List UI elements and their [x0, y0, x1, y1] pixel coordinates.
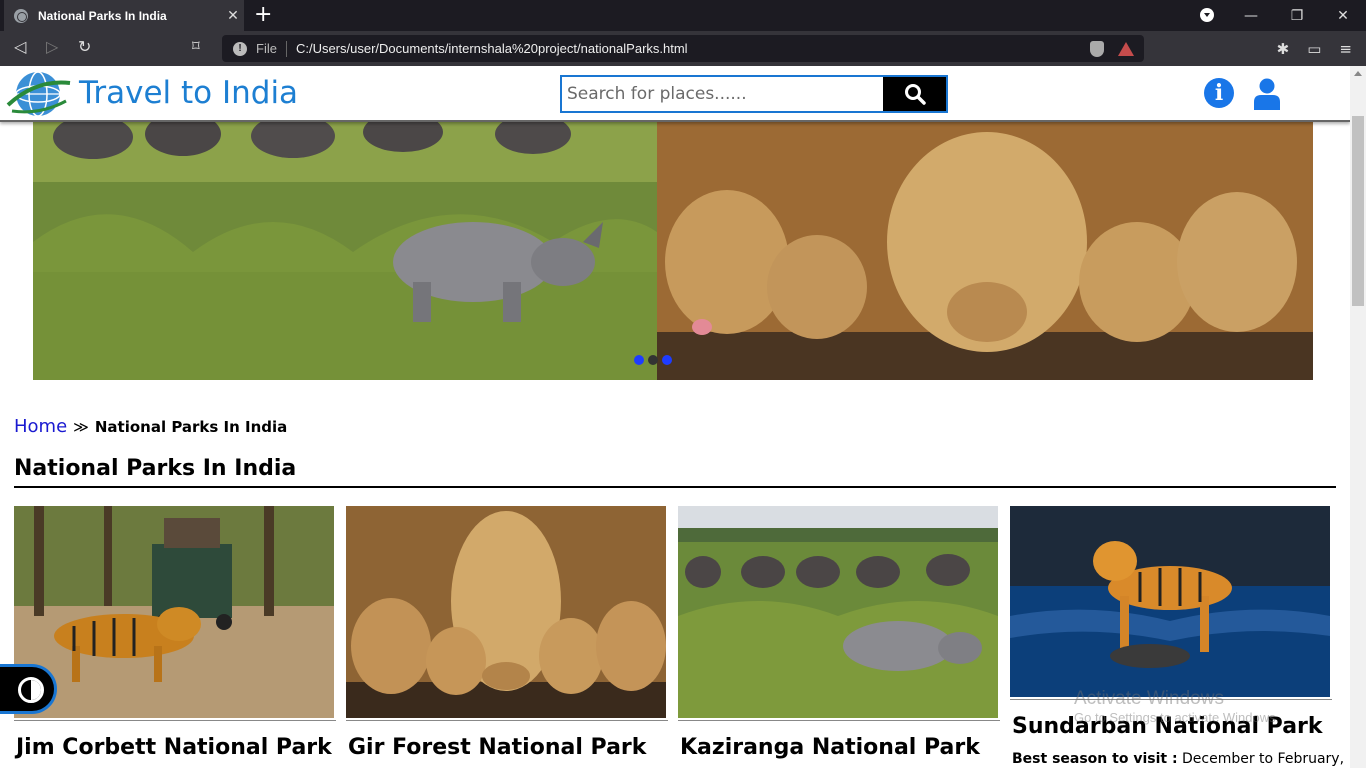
breadcrumb-current: National Parks In India [94, 418, 288, 436]
tiger-jeep-photo [14, 506, 334, 718]
extension-icons: ✱ ▭ ≡ [1277, 40, 1352, 58]
park-card-jim-corbett[interactable]: Jim Corbett National Park [14, 506, 336, 760]
card-divider [14, 720, 336, 721]
page-scrollbar[interactable] [1350, 66, 1366, 768]
page-title: National Parks In India [14, 456, 1336, 488]
info-icon[interactable]: i [1204, 78, 1234, 108]
best-season-value: December to February, [1182, 751, 1345, 767]
wallet-icon[interactable]: ▭ [1307, 40, 1321, 58]
browser-tab[interactable]: National Parks In India ✕ [4, 0, 244, 31]
browser-toolbar: ◁ ▷ ↻ ⌑ ! File C:/Users/user/Documents/i… [0, 31, 1366, 66]
search-form [560, 75, 948, 113]
image-slider[interactable] [33, 122, 1313, 380]
tab-search-icon[interactable] [1200, 8, 1214, 22]
slider-dot[interactable] [634, 355, 644, 365]
contrast-toggle-button[interactable] [0, 664, 57, 714]
park-card-kaziranga[interactable]: Kaziranga National Park [678, 506, 1000, 760]
scroll-up-arrow-icon[interactable] [1354, 71, 1362, 76]
slider-dots [634, 355, 672, 365]
slider-dot[interactable] [662, 355, 672, 365]
best-season-label: Best season to visit : [1012, 751, 1178, 767]
extensions-icon[interactable]: ✱ [1277, 40, 1290, 58]
close-tab-icon[interactable]: ✕ [222, 8, 244, 24]
window-controls: — ❐ ✕ [1228, 0, 1366, 31]
search-button[interactable] [883, 77, 946, 111]
globe-logo-icon[interactable] [6, 69, 72, 119]
globe-icon [14, 8, 28, 23]
forward-icon[interactable]: ▷ [46, 37, 58, 56]
breadcrumb-home-link[interactable]: Home [14, 416, 67, 437]
back-icon[interactable]: ◁ [14, 37, 26, 56]
user-icon[interactable] [1254, 78, 1280, 110]
new-tab-icon[interactable]: + [254, 4, 272, 26]
card-title[interactable]: Gir Forest National Park [348, 735, 668, 760]
park-card-gir-forest[interactable]: Gir Forest National Park [346, 506, 668, 760]
site-info-icon[interactable]: ! [233, 41, 247, 56]
rhino-elephants-photo [678, 506, 998, 718]
card-divider [346, 720, 668, 721]
site-title[interactable]: Travel to India [79, 75, 298, 111]
minimize-icon[interactable]: — [1228, 8, 1274, 24]
windows-activation-watermark: Activate Windows Go to Settings to activ… [1074, 688, 1279, 725]
contrast-icon [18, 677, 44, 703]
reload-icon[interactable]: ↻ [78, 37, 91, 56]
url-text[interactable]: C:/Users/user/Documents/internshala%20pr… [296, 41, 1090, 56]
breadcrumb-separator: ≫ [73, 418, 89, 436]
breadcrumb: Home ≫ National Parks In India [14, 416, 287, 437]
slider-dot[interactable] [648, 355, 658, 365]
brave-shield-icon[interactable] [1090, 40, 1104, 57]
lions-slide-image [657, 122, 1313, 380]
watermark-subtitle: Go to Settings to activate Windows. [1074, 710, 1280, 725]
card-divider [678, 720, 1000, 721]
card-title[interactable]: Kaziranga National Park [680, 735, 1000, 760]
browser-tab-bar: National Parks In India ✕ + — ❐ ✕ [0, 0, 1366, 31]
url-scheme-label: File [256, 41, 277, 56]
restore-icon[interactable]: ❐ [1274, 8, 1320, 24]
page-viewport: Travel to India i [0, 66, 1350, 768]
watermark-title: Activate Windows [1074, 688, 1224, 709]
best-season-info: Best season to visit : December to Febru… [1012, 751, 1344, 767]
url-divider [285, 40, 287, 57]
search-icon [904, 84, 926, 105]
tab-title: National Parks In India [38, 8, 167, 23]
lions-photo [346, 506, 666, 718]
scrollbar-thumb[interactable] [1352, 116, 1364, 306]
site-header: Travel to India i [0, 66, 1350, 122]
rhino-slide-image [33, 122, 657, 380]
window-close-icon[interactable]: ✕ [1320, 8, 1366, 24]
search-input[interactable] [562, 77, 883, 111]
card-title[interactable]: Jim Corbett National Park [16, 735, 336, 760]
address-bar[interactable]: ! File C:/Users/user/Documents/internsha… [222, 35, 1144, 62]
brave-rewards-icon[interactable] [1118, 41, 1134, 56]
bookmark-icon[interactable]: ⌑ [192, 37, 200, 55]
menu-icon[interactable]: ≡ [1339, 40, 1352, 58]
park-card-sundarban[interactable]: Sundarban National Park Best season to v… [1010, 506, 1344, 767]
tiger-water-photo [1010, 506, 1330, 697]
